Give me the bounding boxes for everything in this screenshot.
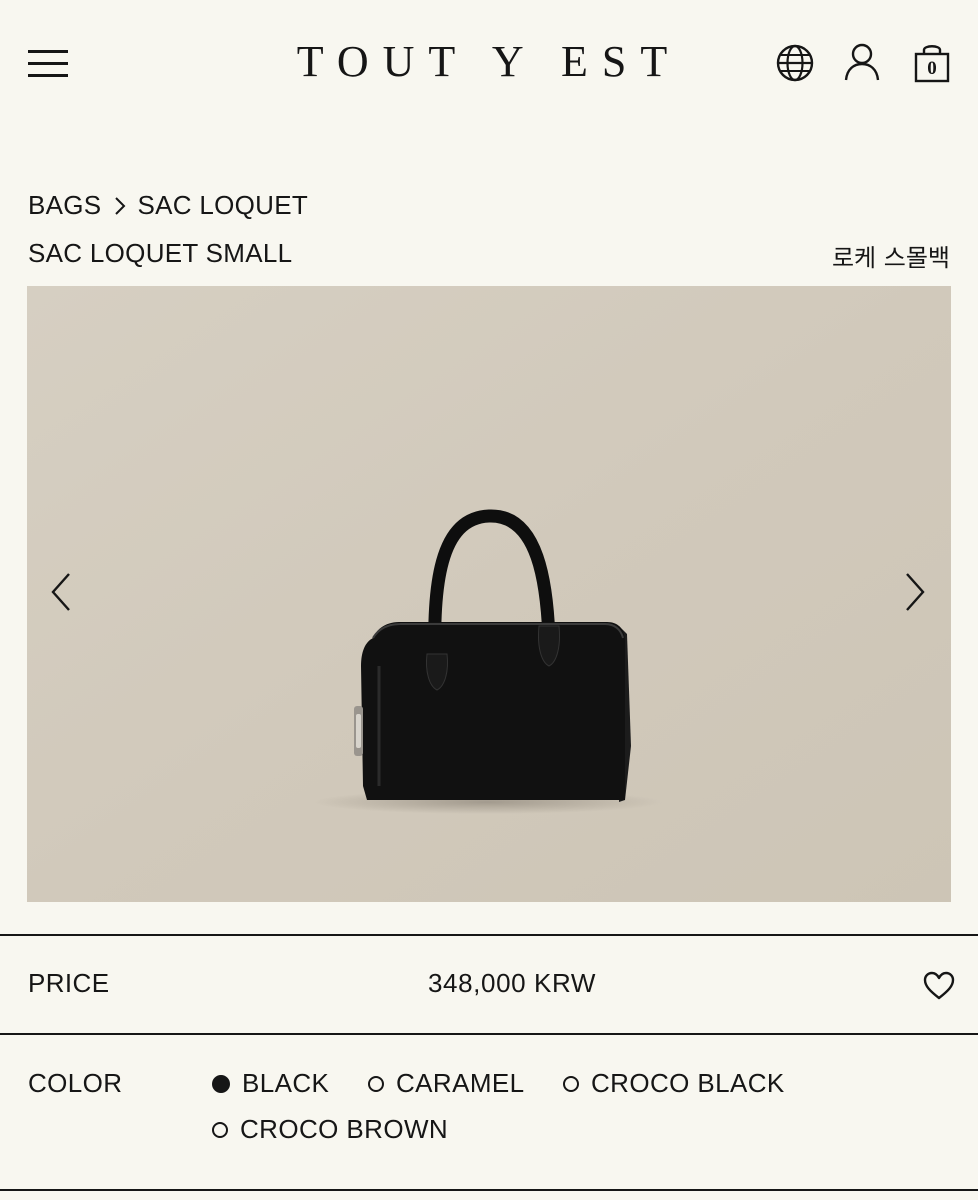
product-name: SAC LOQUET SMALL [28, 238, 293, 268]
radio-icon [368, 1075, 384, 1092]
color-option-croco-black[interactable]: CROCO BLACK [563, 1068, 785, 1099]
chevron-left-icon [51, 573, 70, 611]
price-value: 348,000 KRW [428, 968, 596, 998]
product-page: TOUT Y EST 0 BAGS SAC LOQUET SAC LOQUET … [0, 0, 978, 1200]
site-logo[interactable]: TOUT Y EST [0, 36, 978, 88]
gallery-next-button[interactable] [897, 562, 933, 622]
color-option-label: CROCO BLACK [591, 1068, 785, 1098]
color-option-black[interactable]: BLACK [212, 1068, 329, 1099]
user-icon[interactable] [843, 42, 883, 84]
breadcrumb: BAGS SAC LOQUET [28, 190, 308, 221]
radio-selected-icon [212, 1074, 230, 1093]
radio-icon [212, 1121, 228, 1138]
color-option-label: BLACK [242, 1068, 330, 1098]
site-header: TOUT Y EST 0 [0, 0, 978, 130]
gallery-prev-button[interactable] [43, 562, 79, 622]
product-name-korean: 로케 스몰백 [831, 244, 950, 272]
cart-count-badge: 0 [927, 58, 937, 79]
chevron-right-icon [906, 573, 925, 611]
color-option-croco-brown[interactable]: CROCO BROWN [212, 1114, 448, 1145]
color-option-caramel[interactable]: CARAMEL [368, 1068, 525, 1099]
product-title-row: SAC LOQUET SMALL 로케 스몰백 [28, 238, 950, 274]
breadcrumb-bags[interactable]: BAGS [28, 190, 101, 221]
color-label: COLOR [28, 1068, 123, 1098]
color-row: COLOR BLACK CARAMEL CROCO BLACK CROCO BR… [0, 1036, 978, 1190]
radio-icon [563, 1075, 579, 1092]
color-option-label: CARAMEL [396, 1068, 525, 1098]
chevron-right-icon [115, 196, 126, 215]
product-image [27, 286, 951, 902]
breadcrumb-sac-loquet[interactable]: SAC LOQUET [137, 190, 308, 221]
heart-icon[interactable] [922, 970, 956, 1002]
shopping-bag-icon[interactable]: 0 [912, 42, 952, 84]
price-row: PRICE 348,000 KRW [0, 936, 978, 1034]
product-image-gallery[interactable] [27, 286, 951, 902]
price-label: PRICE [28, 968, 110, 998]
color-option-label: CROCO BROWN [240, 1114, 449, 1144]
globe-icon[interactable] [775, 42, 815, 84]
